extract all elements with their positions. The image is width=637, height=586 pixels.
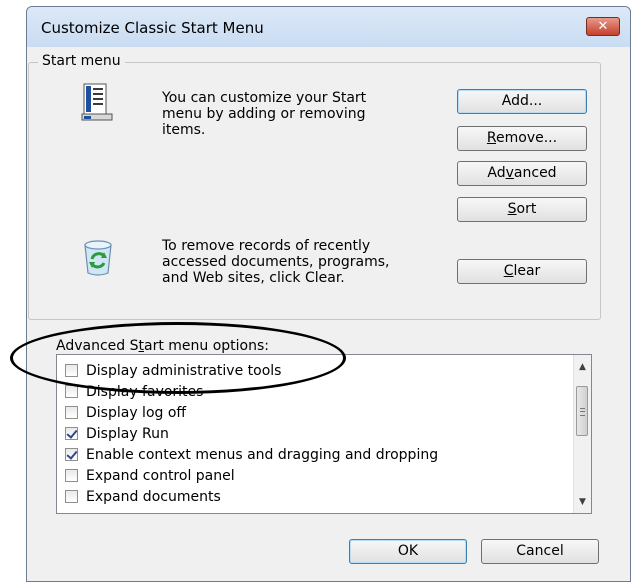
checkbox-3[interactable] — [65, 427, 78, 440]
ok-button[interactable]: OK — [349, 539, 467, 564]
advanced-options-label-pre: Advanced S — [56, 338, 139, 354]
clear-line-1: To remove records of recently — [162, 238, 371, 254]
title-bar[interactable]: Customize Classic Start Menu ✕ — [27, 7, 630, 47]
advanced-options-list[interactable]: Display administrative tools Display fav… — [56, 354, 592, 514]
sort-label-post: ort — [516, 201, 537, 217]
window-title: Customize Classic Start Menu — [41, 19, 264, 37]
checkbox-1[interactable] — [65, 385, 78, 398]
checkbox-2[interactable] — [65, 406, 78, 419]
option-row-2[interactable]: Display log off — [65, 402, 186, 423]
remove-button[interactable]: Remove... — [457, 126, 587, 151]
add-button-label: Add... — [501, 93, 543, 109]
vertical-scrollbar[interactable]: ▲ ▼ — [573, 355, 591, 513]
option-label-6: Expand documents — [86, 488, 221, 505]
remove-label-mnemonic: R — [486, 130, 497, 146]
option-row-6[interactable]: Expand documents — [65, 486, 221, 507]
grip-icon — [580, 408, 585, 416]
option-row-0[interactable]: Display administrative tools — [65, 360, 281, 381]
advanced-options-label-post: art menu options: — [144, 338, 270, 354]
scroll-down-arrow-icon[interactable]: ▼ — [574, 494, 591, 511]
customize-line-1: You can customize your Start — [162, 90, 367, 106]
advanced-label-post: anced — [513, 165, 557, 181]
close-icon: ✕ — [597, 19, 609, 34]
start-menu-icon — [81, 83, 113, 121]
clear-description: To remove records of recently accessed d… — [162, 238, 389, 286]
checkbox-5[interactable] — [65, 469, 78, 482]
checkbox-6[interactable] — [65, 490, 78, 503]
sort-button[interactable]: Sort — [457, 197, 587, 222]
option-row-1[interactable]: Display favorites — [65, 381, 203, 402]
option-label-1: Display favorites — [86, 383, 204, 400]
sort-label-mnemonic: S — [507, 201, 517, 217]
ok-button-label: OK — [397, 543, 419, 559]
scrollbar-thumb[interactable] — [576, 386, 588, 436]
option-row-3[interactable]: Display Run — [65, 423, 169, 444]
scroll-up-arrow-icon[interactable]: ▲ — [574, 359, 591, 376]
clear-label-post: lear — [513, 263, 541, 279]
cancel-button-label: Cancel — [516, 543, 564, 559]
start-menu-group-label: Start menu — [38, 53, 125, 69]
option-row-4[interactable]: Enable context menus and dragging and dr… — [65, 444, 438, 465]
checkbox-0[interactable] — [65, 364, 78, 377]
option-label-4: Enable context menus and dragging and dr… — [86, 446, 439, 463]
clear-line-2: accessed documents, programs, — [162, 254, 390, 270]
customize-line-3: items. — [162, 122, 206, 138]
clear-button[interactable]: Clear — [457, 259, 587, 284]
option-label-0: Display administrative tools — [86, 362, 282, 379]
advanced-label-mnemonic: v — [505, 165, 514, 181]
close-button[interactable]: ✕ — [586, 17, 620, 36]
customize-line-2: menu by adding or removing — [162, 106, 366, 122]
cancel-button[interactable]: Cancel — [481, 539, 599, 564]
advanced-button[interactable]: Advanced — [457, 161, 587, 186]
checkbox-4[interactable] — [65, 448, 78, 461]
advanced-options-label: Advanced Start menu options: — [56, 338, 269, 354]
option-label-5: Expand control panel — [86, 467, 235, 484]
remove-label-post: emove... — [496, 130, 558, 146]
clear-label-mnemonic: C — [503, 263, 514, 279]
option-label-2: Display log off — [86, 404, 187, 421]
option-label-3: Display Run — [86, 425, 169, 442]
advanced-label-pre: Ad — [487, 165, 506, 181]
option-row-5[interactable]: Expand control panel — [65, 465, 235, 486]
clear-line-3: and Web sites, click Clear. — [162, 270, 345, 286]
customize-description: You can customize your Start menu by add… — [162, 90, 366, 138]
recycle-bin-icon — [84, 240, 112, 276]
add-button[interactable]: Add... — [457, 89, 587, 114]
